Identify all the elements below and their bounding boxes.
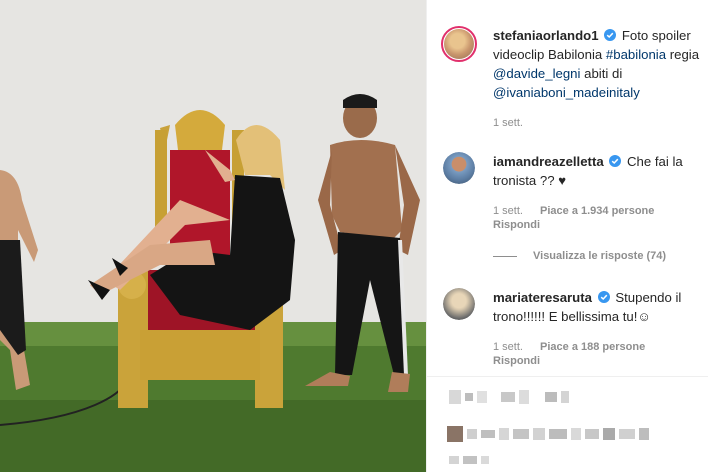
author-avatar[interactable] (441, 26, 477, 62)
caption-mention-1[interactable]: @davide_legni (493, 66, 580, 81)
comment-time[interactable]: 1 sett. (493, 205, 523, 217)
pixelated-likes-row (447, 426, 649, 442)
comments-panel: stefaniaorlando1 Foto spoiler videoclip … (426, 0, 708, 472)
comment-meta: 1 sett. Piace a 188 persone (493, 340, 659, 354)
view-replies-button[interactable]: Visualizza le risposte (74) (493, 250, 666, 262)
comment-time[interactable]: 1 sett. (493, 341, 523, 353)
commenter-avatar[interactable] (443, 152, 475, 184)
post-photo-illustration (0, 0, 426, 472)
caption-author[interactable]: stefaniaorlando1 (493, 28, 599, 43)
caption-text-3: abiti di (584, 66, 623, 81)
caption-hashtag[interactable]: #babilonia (606, 47, 666, 62)
comment-likes[interactable]: Piace a 1.934 persone (540, 205, 654, 217)
pixelated-action-icons (449, 390, 569, 404)
caption-time[interactable]: 1 sett. (493, 117, 523, 129)
reply-button[interactable]: Rispondi (493, 219, 540, 231)
comment-likes[interactable]: Piace a 188 persone (540, 341, 645, 353)
post-image[interactable] (0, 0, 426, 472)
replies-line (493, 255, 517, 257)
verified-badge-icon (609, 155, 622, 167)
reply-button[interactable]: Rispondi (493, 355, 540, 367)
caption-mention-2[interactable]: @ivaniaboni_madeinitaly (493, 85, 640, 100)
comment-reply-row: Rispondi (493, 218, 554, 232)
comment-text: mariateresaruta Stupendo il trono!!!!!! … (493, 288, 705, 326)
comment-username[interactable]: iamandreazelletta (493, 154, 604, 169)
commenter-avatar[interactable] (443, 288, 475, 320)
comment-text: iamandreazelletta Che fai la tronista ??… (493, 152, 705, 190)
caption-text: stefaniaorlando1 Foto spoiler videoclip … (493, 26, 705, 102)
caption-text-2: regia (669, 47, 700, 62)
pixelated-time-row (449, 456, 489, 464)
comment-reply-row: Rispondi (493, 354, 554, 368)
verified-badge-icon (604, 29, 617, 41)
caption-meta: 1 sett. (493, 116, 537, 130)
actions-divider (427, 376, 708, 377)
verified-badge-icon (597, 291, 610, 303)
comment-meta: 1 sett. Piace a 1.934 persone (493, 204, 668, 218)
comment-username[interactable]: mariateresaruta (493, 290, 592, 305)
view-replies-label: Visualizza le risposte (74) (533, 250, 667, 262)
